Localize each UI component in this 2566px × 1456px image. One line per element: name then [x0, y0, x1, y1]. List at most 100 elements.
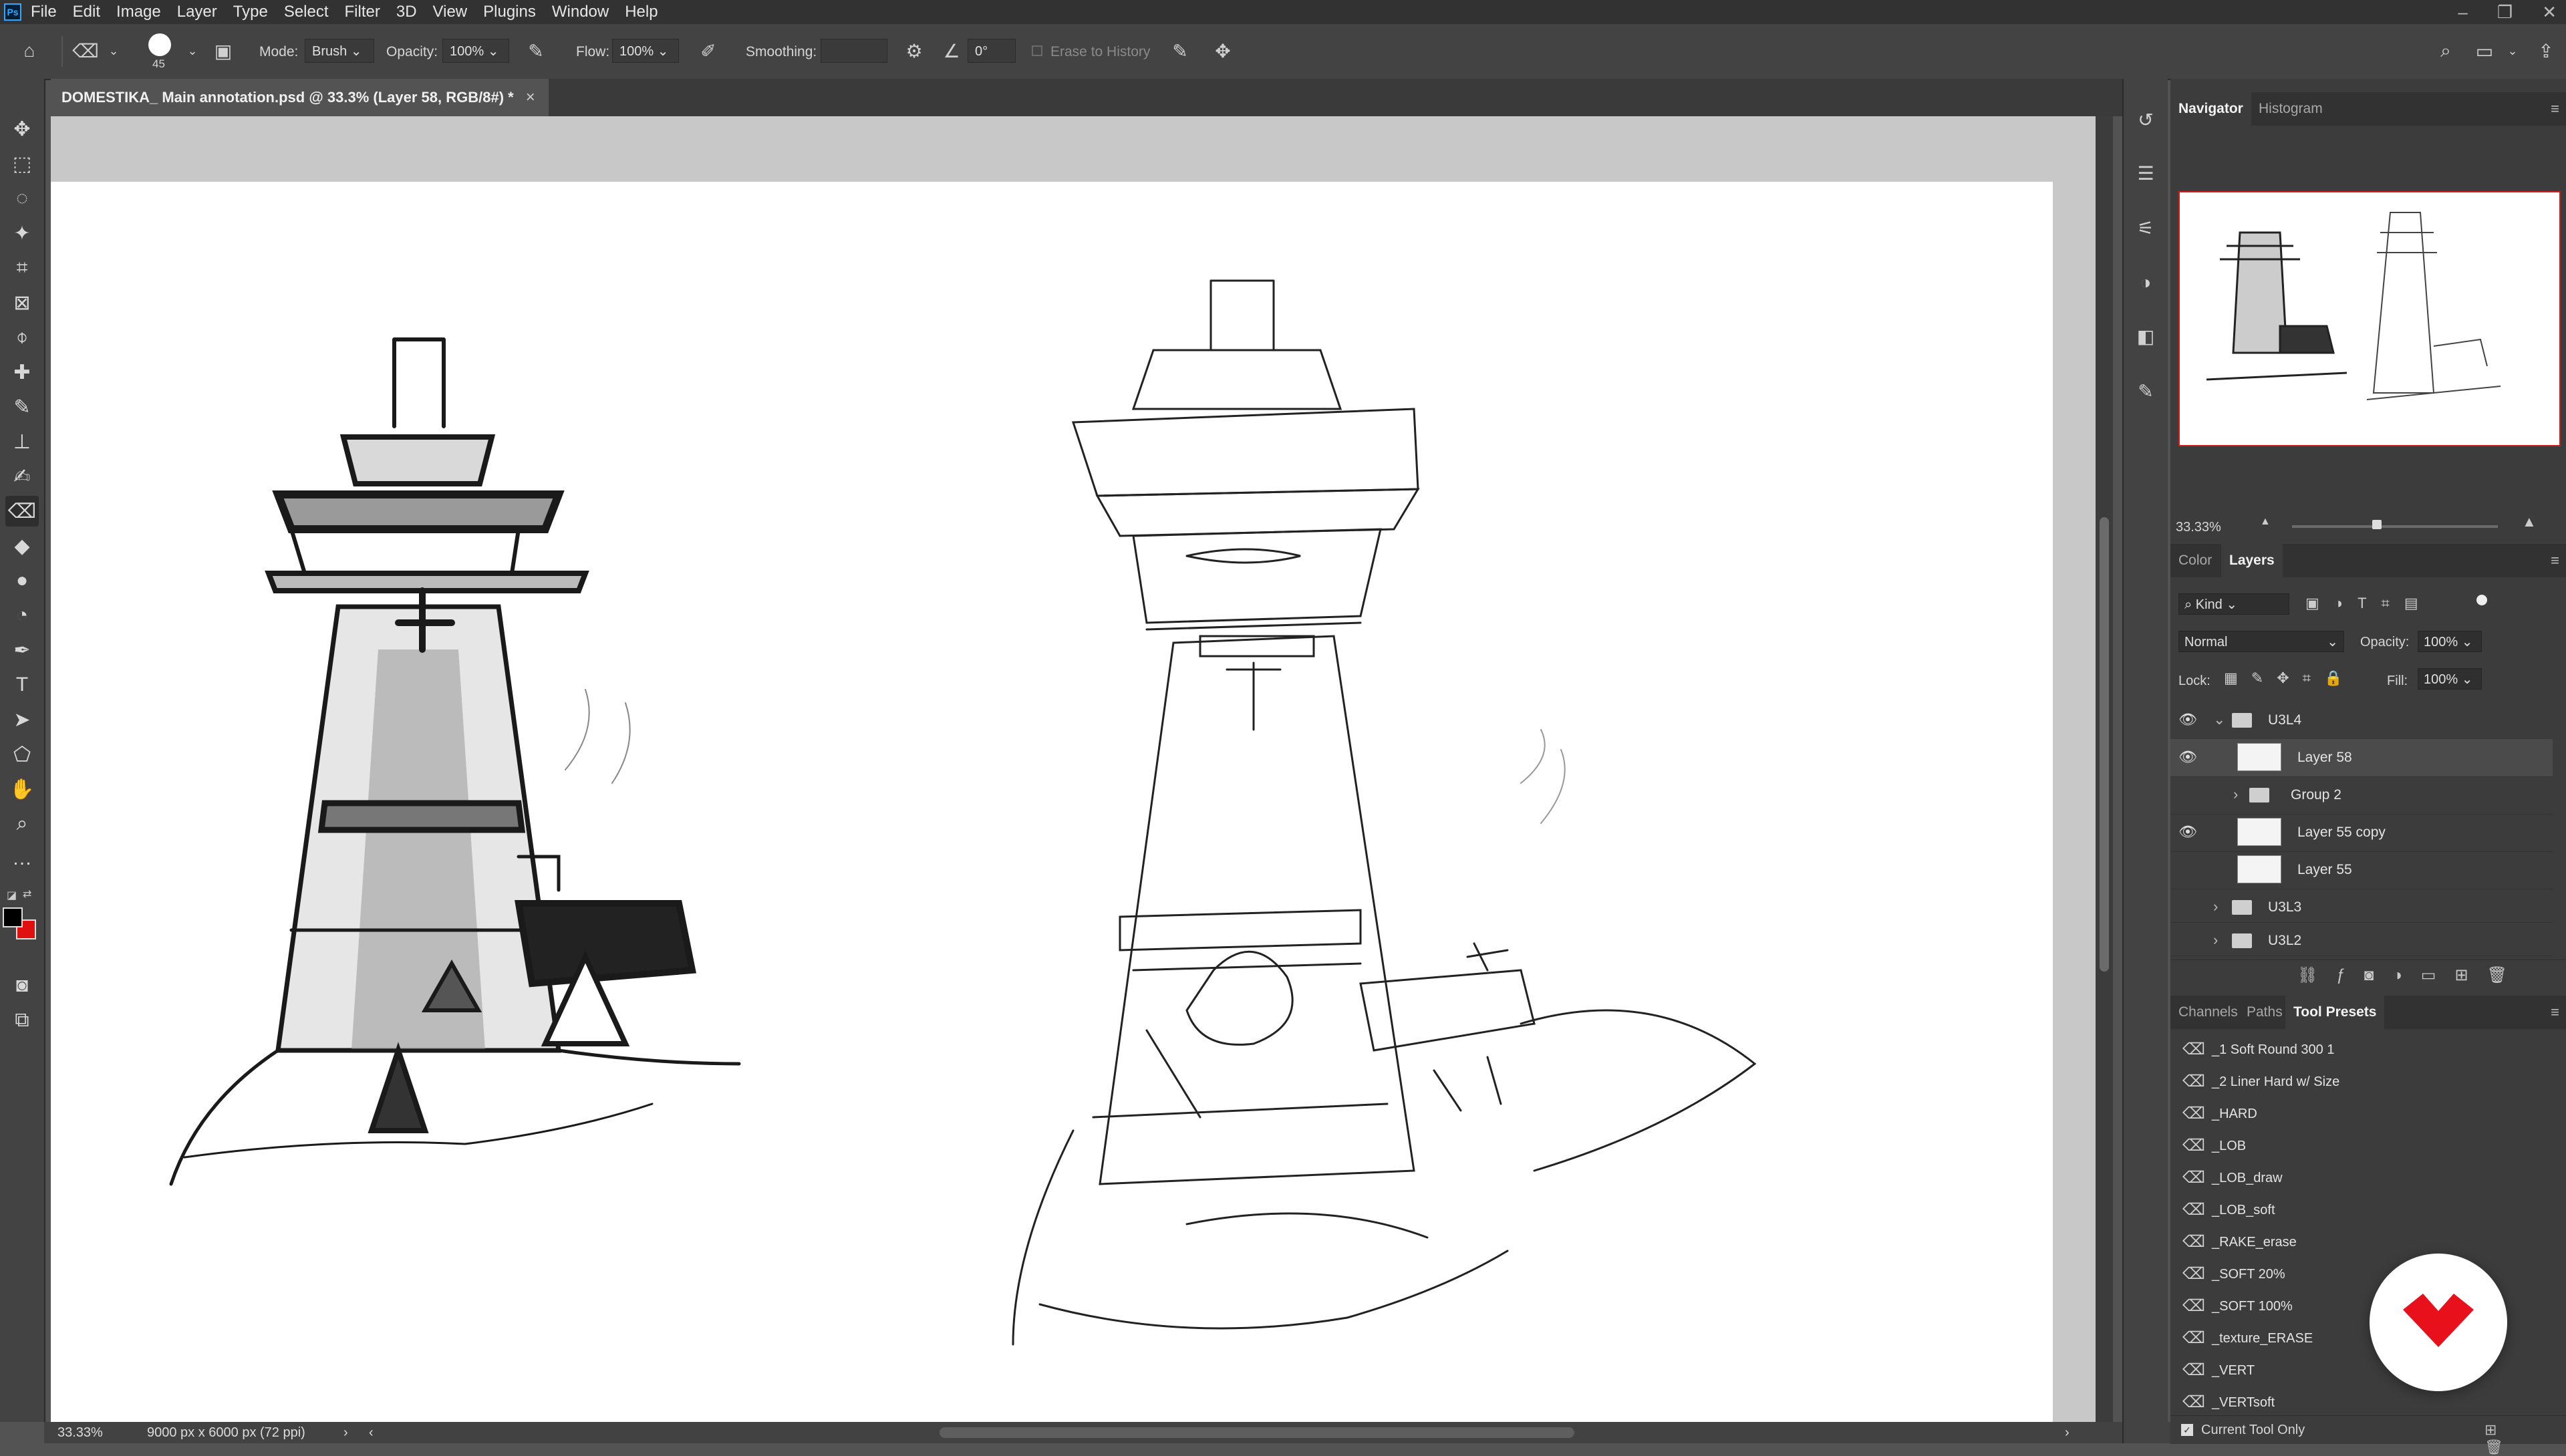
stamp-tool-icon[interactable]: ⊥ [5, 426, 39, 457]
adjustments-panel-icon[interactable]: ☰ [2130, 158, 2161, 188]
menu-file[interactable]: File [31, 3, 57, 21]
visibility-empty-icon[interactable] [2178, 898, 2196, 915]
chevron-right-icon[interactable]: › [2213, 898, 2218, 915]
eyedropper-tool-icon[interactable]: ⌽ [5, 322, 39, 353]
layer-row-layer-58[interactable]: 👁 Layer 58 [2170, 739, 2553, 777]
menu-filter[interactable]: Filter [345, 3, 380, 21]
scroll-left-icon[interactable]: ‹ [369, 1425, 374, 1441]
chevron-down-icon[interactable]: ⌄ [2213, 711, 2225, 728]
chevron-right-icon[interactable]: › [2233, 786, 2238, 803]
menu-layer[interactable]: Layer [177, 3, 217, 21]
tab-navigator[interactable]: Navigator [2170, 92, 2251, 126]
menu-edit[interactable]: Edit [73, 3, 100, 21]
eye-icon[interactable]: 👁 [2178, 711, 2197, 728]
frame-tool-icon[interactable]: ⊠ [5, 287, 39, 318]
filter-toggle-icon[interactable] [2476, 595, 2487, 605]
layer-row-layer-55[interactable]: Layer 55 [2170, 851, 2553, 889]
gradients-panel-icon[interactable]: ◧ [2130, 321, 2161, 351]
marquee-tool-icon[interactable]: ⬚ [5, 148, 39, 179]
hand-tool-icon[interactable]: ✋ [5, 774, 39, 805]
pen-tool-icon[interactable]: ✒ [5, 635, 39, 666]
navigator-zoom-value[interactable]: 33.33% [2176, 520, 2221, 535]
layer-action-icons[interactable]: ⛓ƒ◙◑▭⊞🗑 [2297, 966, 2526, 985]
home-icon[interactable]: ⌂ [16, 37, 43, 64]
preset-item[interactable]: ⌫ _RAKE_erase [2170, 1225, 2553, 1258]
menu-3d[interactable]: 3D [396, 3, 417, 21]
visibility-empty-icon[interactable] [2178, 861, 2196, 878]
zoom-slider-handle[interactable] [2372, 520, 2382, 529]
tool-presets-menu-icon[interactable]: ≡ [2551, 1004, 2559, 1021]
close-tab-icon[interactable]: × [526, 88, 535, 107]
eye-icon[interactable]: 👁 [2178, 748, 2197, 766]
layer-row-layer-55-copy[interactable]: 👁 Layer 55 copy [2170, 814, 2553, 852]
close-window-button[interactable]: ✕ [2542, 2, 2557, 23]
color-panel-icon[interactable]: ◑ [2130, 267, 2161, 298]
eye-icon[interactable]: 👁 [2178, 823, 2197, 841]
document-canvas[interactable] [51, 182, 2053, 1422]
menu-image[interactable]: Image [116, 3, 161, 21]
layer-filter-kind[interactable]: ⌕ Kind ⌄ [2178, 593, 2289, 615]
tab-histogram[interactable]: Histogram [2251, 92, 2331, 126]
document-tab[interactable]: DOMESTIKA_ Main annotation.psd @ 33.3% (… [51, 79, 549, 116]
pressure-opacity-icon[interactable]: ✎ [523, 37, 549, 64]
layer-filter-icons[interactable]: ▣◑T⌗▤ [2305, 595, 2433, 612]
preset-action-icons[interactable]: ⊞🗑 [2484, 1421, 2566, 1456]
layer-row-group-2[interactable]: › Group 2 [2170, 776, 2553, 815]
brush-picker-chevron-icon[interactable]: ⌄ [179, 37, 206, 64]
chevron-down-icon[interactable]: ⌄ [100, 37, 127, 64]
menu-type[interactable]: Type [233, 3, 268, 21]
default-colors-icon[interactable]: ◪ [7, 889, 17, 902]
zoom-slider-track[interactable] [2292, 525, 2498, 528]
search-icon[interactable]: ⌕ [2432, 37, 2459, 64]
more-tools-icon[interactable]: … [5, 843, 39, 874]
layers-menu-icon[interactable]: ≡ [2551, 552, 2559, 569]
chevron-right-icon[interactable]: › [2213, 931, 2218, 949]
brushes-panel-icon[interactable]: ✎ [2130, 376, 2161, 406]
swap-colors-icon[interactable]: ⇄ [23, 887, 31, 901]
navigator-preview[interactable] [2178, 191, 2561, 446]
zoom-in-icon[interactable]: ▲ [2522, 513, 2537, 531]
workspace-icon[interactable]: ▭ [2471, 37, 2498, 64]
gear-icon[interactable]: ⚙ [901, 37, 928, 64]
healing-brush-tool-icon[interactable]: ✚ [5, 357, 39, 388]
workspace-chevron-icon[interactable]: ⌄ [2499, 37, 2526, 64]
scroll-right-icon[interactable]: › [2065, 1425, 2070, 1441]
menu-window[interactable]: Window [552, 3, 609, 21]
preset-item[interactable]: ⌫ _1 Soft Round 300 1 [2170, 1033, 2553, 1065]
preset-item[interactable]: ⌫ _LOB [2170, 1129, 2553, 1161]
screen-mode-icon[interactable]: ⧉ [5, 1005, 39, 1036]
eraser-tool-preset-icon[interactable]: ⌫ [72, 37, 99, 64]
status-zoom[interactable]: 33.33% [57, 1425, 103, 1441]
minimize-button[interactable]: – [2458, 2, 2467, 23]
lasso-tool-icon[interactable]: ◌ [5, 183, 39, 214]
menu-plugins[interactable]: Plugins [483, 3, 536, 21]
blur-tool-icon[interactable]: ● [5, 565, 39, 596]
pressure-size-icon[interactable]: ✎ [1167, 37, 1193, 64]
tab-channels[interactable]: Channels [2170, 996, 2246, 1029]
current-tool-only-checkbox[interactable]: ✓ [2181, 1424, 2193, 1436]
symmetry-icon[interactable]: ✥ [1209, 37, 1236, 64]
tab-paths[interactable]: Paths [2239, 996, 2291, 1029]
layer-opacity-field[interactable]: 100% ⌄ [2418, 631, 2482, 652]
menu-select[interactable]: Select [284, 3, 329, 21]
fill-field[interactable]: 100% ⌄ [2418, 668, 2482, 690]
preset-item[interactable]: ⌫ _LOB_soft [2170, 1193, 2553, 1225]
menu-view[interactable]: View [433, 3, 468, 21]
restore-button[interactable]: ❐ [2497, 2, 2513, 23]
dodge-tool-icon[interactable]: ◔ [5, 600, 39, 631]
tab-color[interactable]: Color [2170, 544, 2220, 577]
visibility-empty-icon[interactable] [2178, 931, 2196, 949]
flow-field[interactable]: 100% ⌄ [612, 39, 679, 63]
status-menu-arrow-icon[interactable]: › [343, 1425, 348, 1441]
eraser-tool-icon[interactable]: ⌫ [5, 496, 39, 527]
tab-layers[interactable]: Layers [2221, 544, 2283, 577]
visibility-empty-icon[interactable] [2178, 786, 2196, 803]
angle-field[interactable]: 0° [968, 39, 1016, 63]
brush-tip-preview[interactable] [148, 33, 171, 56]
lock-icons[interactable]: ▦✎✥⌗🔒 [2224, 670, 2356, 687]
opacity-field[interactable]: 100% ⌄ [442, 39, 509, 63]
properties-panel-icon[interactable]: ⚟ [2130, 212, 2161, 243]
menu-help[interactable]: Help [625, 3, 658, 21]
history-brush-tool-icon[interactable]: ✍ [5, 461, 39, 492]
photoshop-logo[interactable]: Ps [4, 3, 21, 21]
